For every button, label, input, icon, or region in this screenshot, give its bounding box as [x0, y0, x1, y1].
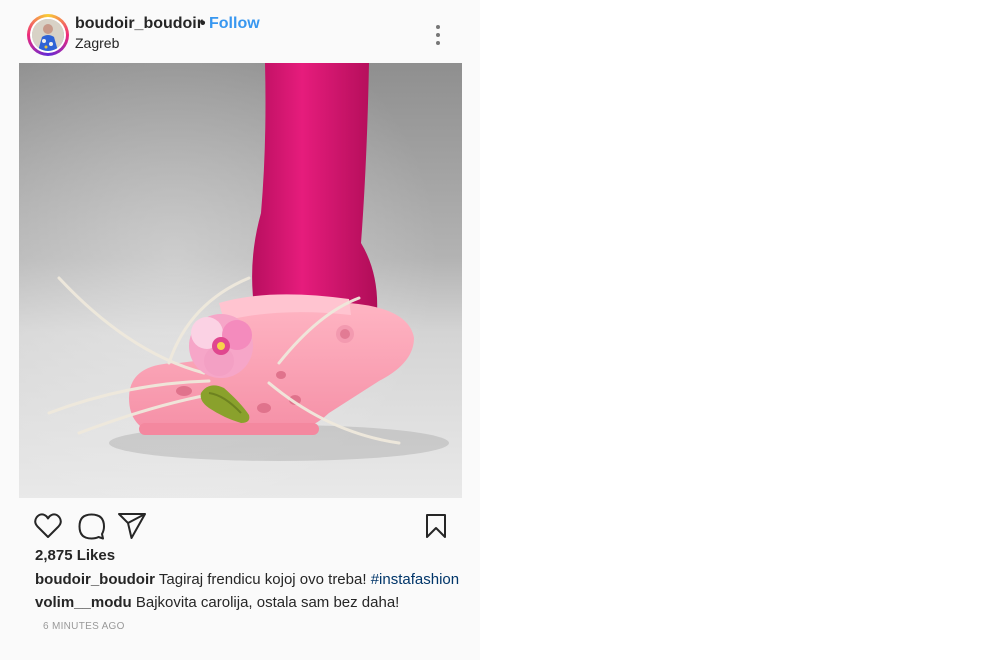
post-username[interactable]: boudoir_boudoir	[75, 15, 203, 33]
comment-username[interactable]: volim__modu	[35, 594, 132, 611]
heart-icon[interactable]	[34, 513, 62, 539]
instagram-post: boudoir_boudoir • Follow Zagreb 2,875 Li…	[0, 0, 480, 660]
flower-charm	[189, 314, 253, 378]
avatar-illustration	[32, 19, 64, 51]
avatar[interactable]	[27, 14, 69, 56]
post-header: boudoir_boudoir • Follow Zagreb	[0, 0, 480, 63]
likes-count[interactable]: 2,875 Likes	[35, 547, 115, 564]
share-icon[interactable]	[117, 512, 147, 540]
follow-button[interactable]: Follow	[209, 15, 260, 33]
more-dot	[436, 41, 440, 45]
post-location[interactable]: Zagreb	[75, 35, 119, 51]
comment-icon[interactable]	[78, 513, 105, 540]
caption-username[interactable]: boudoir_boudoir	[35, 571, 155, 588]
post-photo[interactable]	[19, 63, 462, 498]
comment-text: Bajkovita carolija, ostala sam bez daha!	[135, 594, 400, 611]
avatar-image	[32, 19, 64, 51]
avatar-ring-inner	[30, 17, 66, 53]
bookmark-icon[interactable]	[424, 513, 448, 539]
caption-text: Tagiraj frendicu kojoj ovo treba!	[158, 571, 367, 588]
more-options-icon[interactable]	[428, 22, 448, 48]
comment-row: volim__modu Bajkovita carolija, ostala s…	[35, 594, 399, 611]
caption-hashtag[interactable]: #instafashion	[371, 571, 459, 588]
more-dot	[436, 33, 440, 37]
post-photo-illustration	[19, 63, 462, 498]
post-timestamp[interactable]: 6 MINUTES AGO	[43, 621, 125, 632]
more-dot	[436, 25, 440, 29]
caption: boudoir_boudoir Tagiraj frendicu kojoj o…	[35, 571, 459, 588]
separator-dot: •	[200, 15, 206, 32]
